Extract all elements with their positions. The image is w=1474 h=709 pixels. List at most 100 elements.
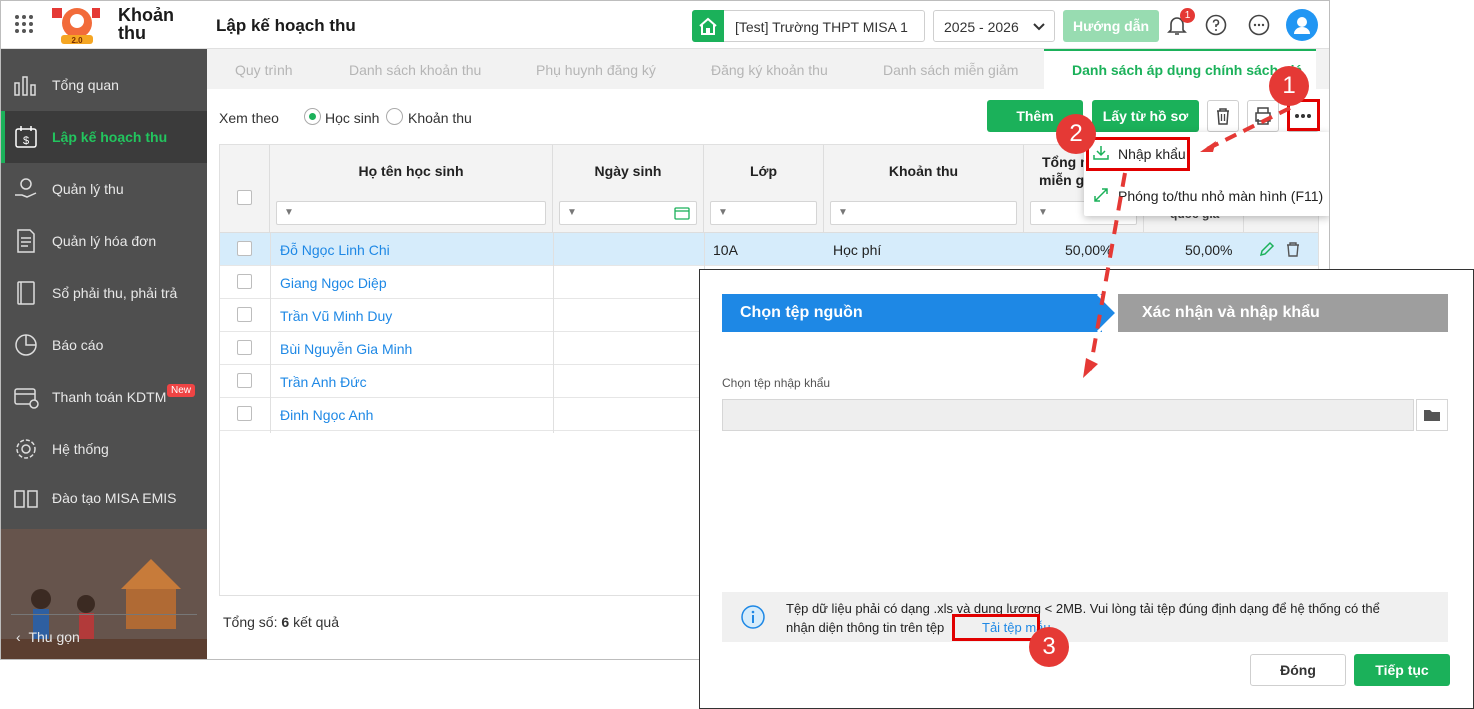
app-logo: 2.0 [52, 8, 100, 45]
row-checkbox[interactable] [237, 340, 252, 355]
radio-student[interactable] [304, 108, 321, 125]
delete-button[interactable] [1207, 100, 1239, 132]
step-arrow [1080, 294, 1120, 332]
radio-fee[interactable] [386, 108, 403, 125]
svg-text:2.0: 2.0 [71, 36, 83, 45]
tab-fee-list[interactable]: Danh sách khoản thu [349, 62, 481, 78]
filter-icon: ▼ [1038, 207, 1048, 218]
edit-icon[interactable] [1258, 240, 1276, 258]
more-icon[interactable] [1247, 13, 1271, 37]
row-checkbox[interactable] [237, 241, 252, 256]
sidebar-item-payment[interactable]: Thanh toán KDTM New [1, 371, 207, 423]
filter-name-input[interactable]: ▼ [276, 201, 546, 225]
table-row[interactable]: Đỗ Ngọc Linh Chi 10A Học phí 50,00% 50,0… [220, 233, 1318, 266]
expand-icon [1094, 188, 1108, 202]
tab-process[interactable]: Quy trình [235, 62, 293, 78]
sidebar-item-plan[interactable]: $ Lập kế hoạch thu [1, 111, 207, 163]
sidebar-item-label: Quản lý hóa đơn [52, 233, 157, 249]
sidebar-item-training[interactable]: Đào tạo MISA EMIS [1, 472, 207, 524]
field-label: Chọn tệp nhập khẩu [722, 376, 831, 390]
sidebar-item-ledger[interactable]: Sổ phải thu, phải trả [1, 267, 207, 319]
student-name-link[interactable]: Bùi Nguyễn Gia Minh [280, 341, 412, 357]
sidebar-item-invoice[interactable]: Quản lý hóa đơn [1, 215, 207, 267]
filter-icon: ▼ [567, 207, 577, 218]
header-checkbox-cell [220, 145, 270, 233]
tab-price-policy[interactable]: Danh sách áp dụng chính sách giá [1072, 62, 1302, 78]
sidebar-item-label: Sổ phải thu, phải trả [52, 285, 178, 301]
page-title: Lập kế hoạch thu [216, 16, 356, 35]
print-button[interactable] [1247, 100, 1279, 132]
user-avatar[interactable] [1286, 9, 1318, 41]
trash-icon[interactable] [1284, 240, 1302, 258]
filter-icon: ▼ [284, 207, 294, 218]
browse-button[interactable] [1416, 399, 1448, 431]
chevron-down-icon [1033, 23, 1045, 31]
column-birthdate: Ngày sinh ▼ [553, 145, 704, 233]
guide-button[interactable]: Hướng dẫn [1063, 10, 1159, 42]
column-fee: Khoản thu ▼ [824, 145, 1024, 233]
continue-button[interactable]: Tiếp tục [1354, 654, 1450, 686]
sidebar: Tổng quan $ Lập kế hoạch thu Quản lý thu… [1, 49, 207, 659]
year-selector[interactable]: 2025 - 2026 [933, 10, 1055, 42]
sidebar-item-overview[interactable]: Tổng quan [1, 59, 207, 111]
select-all-checkbox[interactable] [237, 190, 252, 205]
filter-fee-input[interactable]: ▼ [830, 201, 1017, 225]
trash-icon [1217, 108, 1229, 125]
note-text-line2: nhận diện thông tin trên tệp [786, 620, 945, 635]
app-name: Khoản thu [118, 5, 174, 43]
year-value: 2025 - 2026 [944, 19, 1019, 35]
row-checkbox[interactable] [237, 274, 252, 289]
folder-icon [1424, 410, 1440, 421]
close-button[interactable]: Đóng [1250, 654, 1346, 686]
filter-birthdate-input[interactable]: ▼ [559, 201, 697, 225]
help-icon[interactable] [1204, 13, 1228, 37]
sidebar-item-system[interactable]: Hệ thống [1, 423, 207, 475]
step-choose-source: Chọn tệp nguồn [722, 294, 1102, 332]
school-selector[interactable]: [Test] Trường THPT MISA 1 [692, 10, 925, 42]
student-name-link[interactable]: Đinh Ngọc Anh [280, 407, 373, 423]
sidebar-item-label: Hệ thống [52, 441, 109, 457]
collapse-sidebar-button[interactable]: ‹ Thu gọn [16, 629, 80, 645]
annotation-step-1: 1 [1269, 66, 1309, 106]
column-class: Lớp ▼ [704, 145, 824, 233]
tab-exemption-list[interactable]: Danh sách miễn giảm [883, 62, 1018, 78]
student-name-link[interactable]: Trần Anh Đức [280, 374, 367, 390]
percent-cell: 50,00% [1065, 242, 1113, 258]
home-icon [692, 10, 724, 42]
svg-text:$: $ [23, 135, 29, 147]
student-name-link[interactable]: Đỗ Ngọc Linh Chi [280, 242, 390, 258]
top-header: 2.0 Khoản thu Lập kế hoạch thu [Test] Tr… [1, 1, 1329, 49]
from-profile-button[interactable]: Lấy từ hồ sơ [1092, 100, 1199, 132]
menu-item-fullscreen[interactable]: Phóng to/thu nhỏ màn hình (F11) [1084, 174, 1329, 216]
class-cell: 10A [713, 242, 738, 258]
menu-item-label: Phóng to/thu nhỏ màn hình (F11) [1118, 188, 1324, 204]
row-checkbox[interactable] [237, 406, 252, 421]
new-badge: New [167, 384, 196, 397]
highlight-import-item [1086, 137, 1190, 171]
row-checkbox[interactable] [237, 307, 252, 322]
view-by-label: Xem theo [219, 110, 279, 126]
divider [553, 233, 554, 433]
radio-fee-label: Khoản thu [408, 110, 472, 126]
calendar-icon[interactable] [674, 206, 690, 220]
app-grid-icon[interactable] [15, 15, 33, 33]
open-book-icon [14, 490, 38, 508]
sidebar-item-label: Thanh toán KDTM [52, 389, 167, 405]
info-note: Tệp dữ liệu phải có dạng .xls và dung lư… [722, 592, 1448, 642]
import-dialog: Chọn tệp nguồn Xác nhận và nhập khẩu Chọ… [699, 269, 1474, 709]
sidebar-item-report[interactable]: Báo cáo [1, 319, 207, 371]
tab-fee-register[interactable]: Đăng ký khoản thu [711, 62, 828, 78]
student-name-link[interactable]: Giang Ngọc Diệp [280, 275, 387, 291]
annotation-step-2: 2 [1056, 114, 1096, 154]
filter-class-input[interactable]: ▼ [710, 201, 817, 225]
file-path-input[interactable] [722, 399, 1414, 431]
calendar-dollar-icon: $ [15, 126, 37, 148]
divider [11, 614, 197, 615]
highlight-template-link [952, 614, 1040, 641]
student-name-link[interactable]: Trần Vũ Minh Duy [280, 308, 392, 324]
sidebar-item-collect[interactable]: Quản lý thu [1, 163, 207, 215]
school-name: [Test] Trường THPT MISA 1 [735, 19, 908, 35]
tab-parent-register[interactable]: Phụ huynh đăng ký [536, 62, 656, 78]
radio-student-label: Học sinh [325, 110, 380, 126]
row-checkbox[interactable] [237, 373, 252, 388]
